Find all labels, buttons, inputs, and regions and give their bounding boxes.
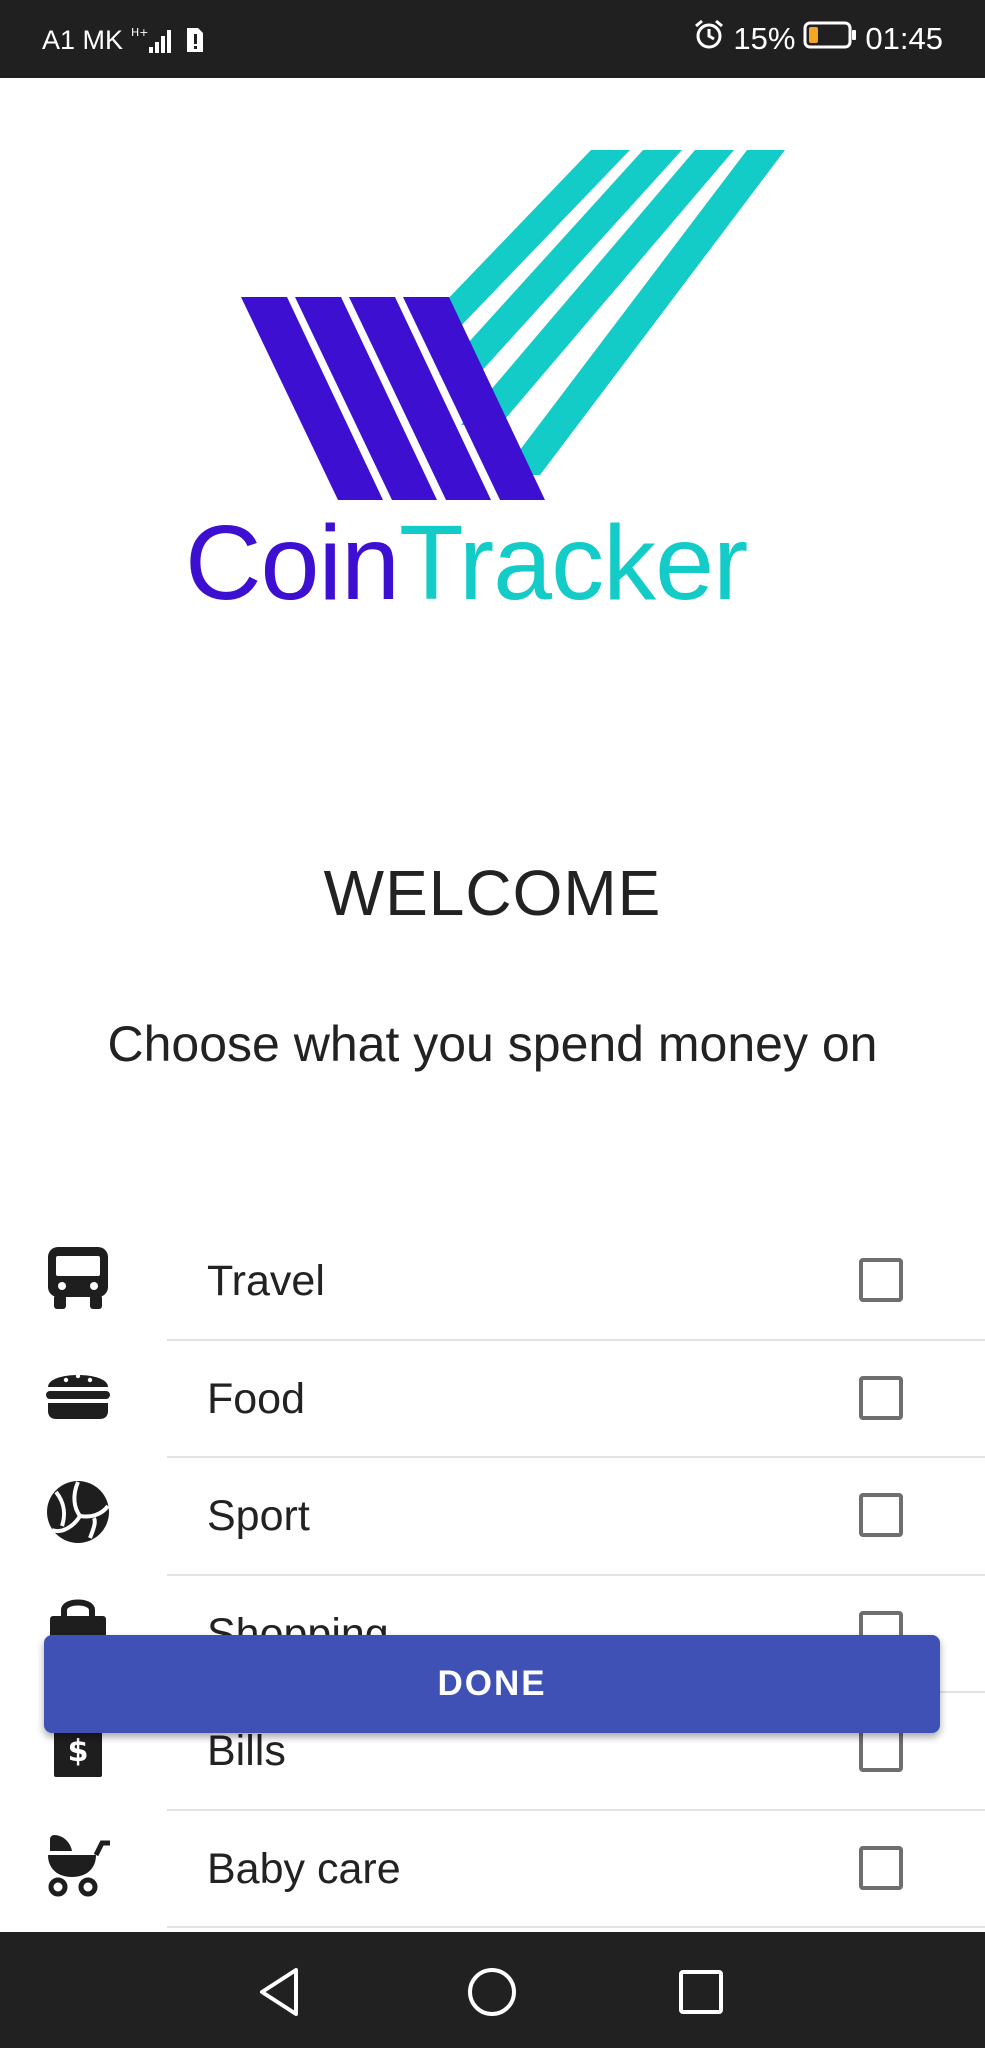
screen: A1 MK H+ 15% 01:45 CoinTracker WELCOME C…	[0, 0, 985, 2048]
bus-icon	[44, 1243, 112, 1311]
category-checkbox-food[interactable]	[859, 1375, 903, 1420]
logo-wordmark: CoinTracker	[185, 510, 785, 616]
category-checkbox-travel[interactable]	[859, 1258, 903, 1302]
logo-mark-icon	[241, 150, 785, 500]
divider	[167, 1926, 985, 1928]
category-label: Travel	[207, 1257, 325, 1305]
done-button[interactable]: DONE	[44, 1635, 940, 1733]
category-checkbox-baby-care[interactable]	[859, 1845, 903, 1890]
battery-icon	[803, 21, 857, 57]
status-right: 15% 01:45	[685, 18, 943, 60]
clock-time: 01:45	[865, 21, 943, 56]
category-label: Baby care	[207, 1844, 401, 1893]
category-checkbox-sport[interactable]	[859, 1493, 903, 1537]
category-label: Food	[207, 1374, 306, 1423]
burger-icon	[44, 1361, 112, 1429]
home-icon[interactable]	[462, 1962, 522, 2022]
category-row-sport[interactable]: Sport	[0, 1458, 985, 1576]
category-checkbox-bills[interactable]	[859, 1728, 903, 1772]
logo-word-tracker: Tracker	[399, 504, 748, 622]
stroller-icon	[44, 1831, 112, 1899]
sim-alert-icon	[185, 26, 205, 54]
alarm-icon	[693, 19, 725, 59]
logo-word-coin: Coin	[185, 504, 400, 622]
svg-text:$: $	[68, 1734, 89, 1769]
status-left: A1 MK H+	[42, 20, 205, 60]
status-bar: A1 MK H+ 15% 01:45	[0, 0, 985, 78]
svg-text:H+: H+	[131, 26, 149, 39]
welcome-title: WELCOME	[323, 857, 662, 929]
app-logo: CoinTracker	[185, 140, 785, 630]
subtitle: Choose what you spend money on	[107, 1016, 878, 1072]
recents-icon[interactable]	[671, 1962, 731, 2022]
category-row-baby-care[interactable]: Baby care	[0, 1811, 985, 1928]
category-label: Bills	[207, 1727, 286, 1775]
volleyball-icon	[44, 1478, 112, 1546]
signal-icon: H+	[131, 25, 179, 55]
category-label: Sport	[207, 1492, 310, 1540]
category-list: Travel Food Sport Shopping $ Bills Baby …	[0, 1223, 985, 1928]
battery-percent: 15%	[733, 21, 796, 56]
carrier-label: A1 MK	[42, 24, 124, 55]
back-icon[interactable]	[252, 1962, 312, 2022]
category-row-food[interactable]: Food	[0, 1341, 985, 1458]
category-row-travel[interactable]: Travel	[0, 1223, 985, 1341]
navigation-bar	[0, 1932, 985, 2048]
